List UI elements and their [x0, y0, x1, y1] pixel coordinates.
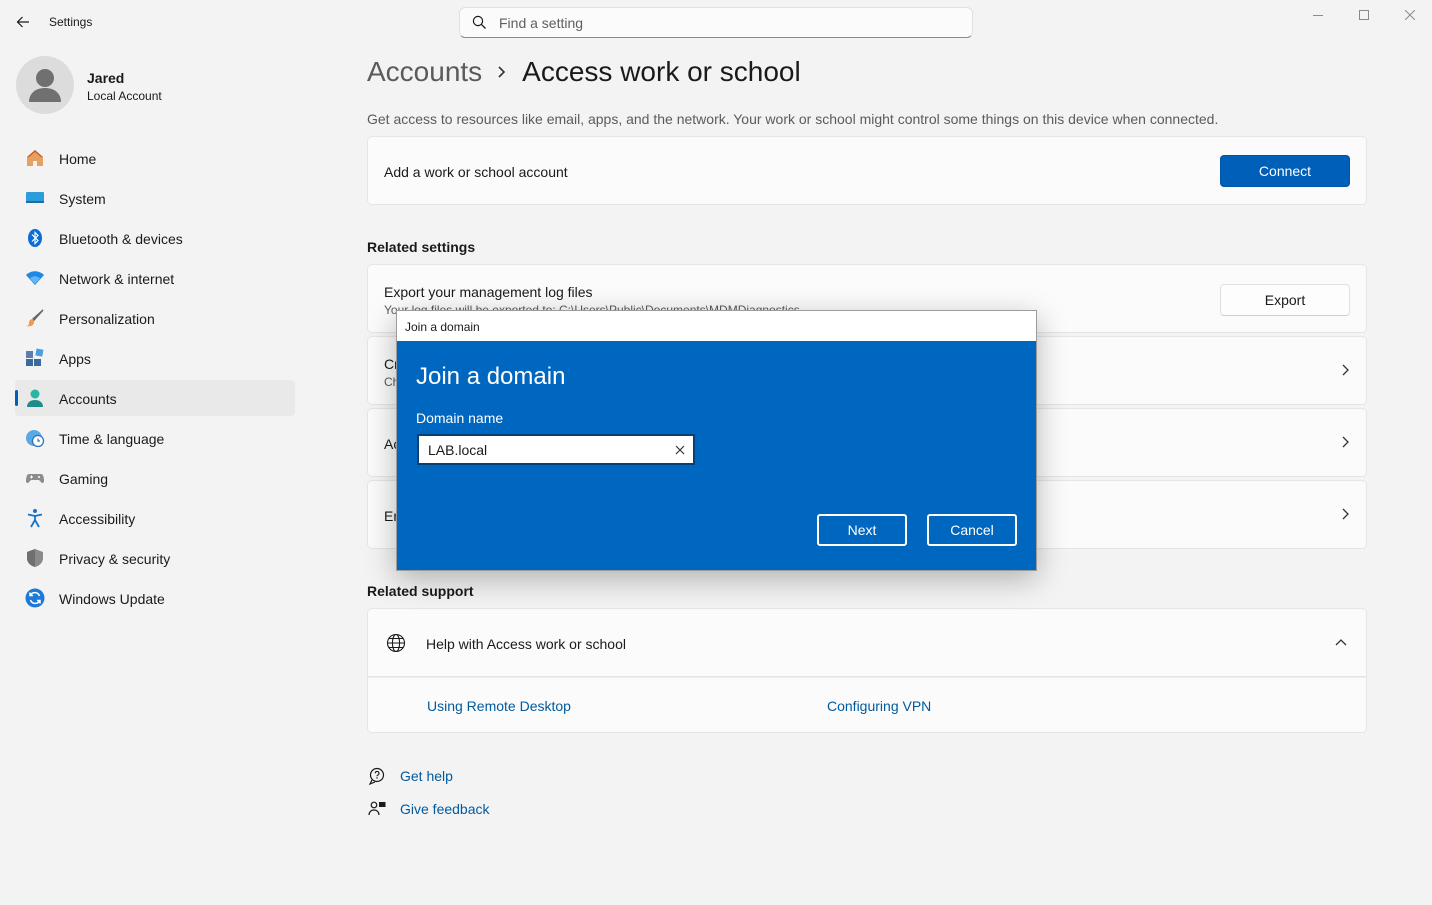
sidebar-item-network[interactable]: Network & internet	[15, 260, 295, 296]
search-input[interactable]	[499, 13, 959, 33]
close-icon	[1405, 10, 1415, 20]
app-title: Settings	[49, 15, 93, 29]
sidebar-item-label: Gaming	[59, 471, 109, 487]
account-type: Local Account	[87, 89, 162, 103]
domain-name-label: Domain name	[416, 410, 504, 426]
domain-name-input[interactable]	[428, 441, 658, 459]
accounts-icon	[27, 389, 43, 407]
sidebar-item-apps[interactable]: Apps	[15, 340, 295, 376]
breadcrumb-parent[interactable]: Accounts	[367, 56, 482, 88]
add-account-card: Add a work or school account Connect	[367, 136, 1367, 205]
related-support-title: Related support	[367, 583, 474, 599]
chevron-right-icon	[1342, 364, 1349, 376]
export-logs-label: Export your management log files	[384, 284, 593, 300]
link-using-remote-desktop[interactable]: Using Remote Desktop	[427, 698, 571, 714]
sidebar-item-privacy-security[interactable]: Privacy & security	[15, 540, 295, 576]
sidebar-item-bluetooth[interactable]: Bluetooth & devices	[15, 220, 295, 256]
sidebar-item-gaming[interactable]: Gaming	[15, 460, 295, 496]
get-help-label: Get help	[400, 768, 453, 784]
help-label: Help with Access work or school	[426, 636, 626, 652]
give-feedback-label: Give feedback	[400, 801, 490, 817]
back-button[interactable]	[10, 8, 36, 36]
chevron-right-icon	[1342, 508, 1349, 520]
feedback-icon	[367, 799, 387, 819]
avatar	[16, 56, 74, 114]
join-domain-dialog: Join a domain Join a domain Domain name …	[396, 310, 1037, 571]
next-button[interactable]: Next	[817, 514, 907, 546]
search-icon	[472, 15, 486, 29]
sidebar-item-personalization[interactable]: Personalization	[15, 300, 295, 336]
sidebar-item-label: Network & internet	[59, 271, 175, 287]
sidebar-item-label: Personalization	[59, 311, 155, 327]
minimize-icon	[1313, 15, 1323, 16]
give-feedback-link[interactable]: Give feedback	[367, 799, 490, 819]
person-icon	[29, 69, 61, 102]
sidebar-item-label: Home	[59, 151, 97, 167]
sidebar-item-windows-update[interactable]: Windows Update	[15, 580, 295, 616]
connect-button[interactable]: Connect	[1220, 155, 1350, 187]
add-account-label: Add a work or school account	[384, 164, 568, 180]
help-links: Using Remote Desktop Configuring VPN	[367, 677, 1367, 733]
get-help-link[interactable]: Get help	[367, 766, 453, 786]
wifi-icon	[26, 271, 44, 285]
brush-icon	[26, 309, 44, 327]
sidebar-item-label: Accessibility	[59, 511, 136, 527]
maximize-button[interactable]	[1341, 2, 1387, 28]
apps-icon	[26, 348, 44, 366]
dialog-heading: Join a domain	[416, 363, 566, 390]
domain-name-field[interactable]	[417, 434, 695, 465]
sidebar-item-label: System	[59, 191, 106, 207]
close-button[interactable]	[1387, 2, 1432, 28]
accessibility-icon	[27, 509, 43, 528]
help-chat-icon	[367, 766, 387, 786]
maximize-icon	[1359, 10, 1369, 20]
page-description: Get access to resources like email, apps…	[367, 111, 1219, 127]
user-profile[interactable]: Jared Local Account	[16, 56, 316, 116]
search-box[interactable]	[459, 7, 973, 38]
shield-icon	[27, 549, 43, 567]
sidebar-item-label: Windows Update	[59, 591, 165, 607]
related-settings-title: Related settings	[367, 239, 476, 255]
gamepad-icon	[26, 474, 44, 484]
system-icon	[26, 192, 44, 203]
user-name: Jared	[87, 70, 125, 86]
sidebar-item-label: Bluetooth & devices	[59, 231, 183, 247]
bluetooth-icon	[28, 229, 42, 247]
clear-icon	[675, 445, 685, 455]
sidebar-item-home[interactable]: Home	[15, 140, 295, 176]
sidebar-nav: Home System Bluetooth & devices Network …	[15, 140, 295, 620]
sidebar-item-label: Time & language	[59, 431, 165, 447]
sidebar-item-system[interactable]: System	[15, 180, 295, 216]
breadcrumb: Accounts Access work or school	[367, 56, 801, 88]
globe-icon	[386, 633, 406, 653]
export-button[interactable]: Export	[1220, 284, 1350, 316]
minimize-button[interactable]	[1295, 2, 1341, 28]
sidebar-item-label: Apps	[59, 351, 91, 367]
cancel-button[interactable]: Cancel	[927, 514, 1017, 546]
chevron-right-icon	[496, 65, 506, 79]
update-icon	[25, 588, 45, 608]
sidebar-item-label: Privacy & security	[59, 551, 171, 567]
home-icon	[27, 150, 43, 166]
dialog-body: Join a domain Domain name Next Cancel	[397, 341, 1036, 570]
sidebar-item-accounts[interactable]: Accounts	[15, 380, 295, 416]
back-arrow-icon	[16, 16, 29, 28]
chevron-right-icon	[1342, 436, 1349, 448]
link-configuring-vpn[interactable]: Configuring VPN	[827, 698, 931, 714]
clock-globe-icon	[26, 430, 45, 448]
title-bar: Settings	[0, 0, 1432, 44]
clear-input-button[interactable]	[672, 442, 688, 458]
chevron-up-icon	[1335, 639, 1347, 646]
sidebar-item-label: Accounts	[59, 391, 117, 407]
sidebar-item-time-language[interactable]: Time & language	[15, 420, 295, 456]
page-title: Access work or school	[522, 56, 801, 87]
dialog-window-title: Join a domain	[397, 311, 1036, 341]
help-expander[interactable]: Help with Access work or school	[367, 608, 1367, 677]
sidebar-item-accessibility[interactable]: Accessibility	[15, 500, 295, 536]
